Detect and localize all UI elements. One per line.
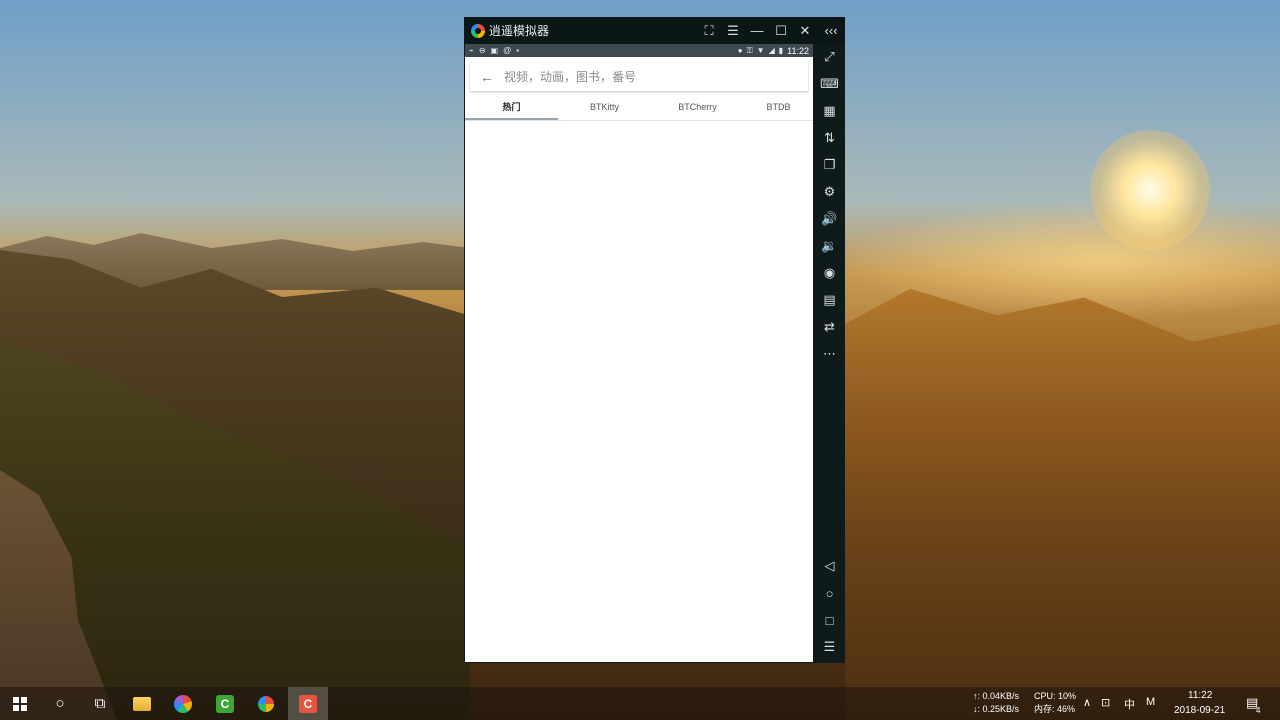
notification-icon: ▣ bbox=[490, 46, 499, 55]
recent-nav-icon[interactable]: □ bbox=[814, 610, 845, 630]
file-explorer-icon[interactable] bbox=[122, 687, 162, 720]
clock-time[interactable]: 11:22 bbox=[1188, 689, 1212, 702]
start-button[interactable] bbox=[0, 687, 40, 720]
location-icon[interactable]: ◉ bbox=[814, 263, 845, 283]
tab-btcherry[interactable]: BTCherry bbox=[651, 93, 744, 120]
volume-down-icon[interactable]: 🔉 bbox=[814, 236, 845, 256]
vpn-key-icon: ⚿ bbox=[746, 45, 753, 55]
red-c-app-icon[interactable]: C bbox=[288, 687, 328, 720]
nox-player-icon[interactable] bbox=[246, 687, 286, 720]
usb-icon: ⌁ bbox=[469, 46, 474, 55]
menu-icon[interactable]: ☰ bbox=[721, 17, 745, 44]
emulator-titlebar[interactable]: 逍遥模拟器 ⛶ ☰ — ☐ ✕ ‹‹‹ bbox=[464, 17, 845, 44]
notification-count-badge: 4 bbox=[1256, 706, 1261, 715]
home-nav-icon[interactable]: ○ bbox=[814, 583, 845, 603]
at-icon: @ bbox=[503, 46, 512, 55]
network-tray-icon[interactable]: ⊡ bbox=[1101, 696, 1110, 709]
keyboard-icon[interactable]: ⌨ bbox=[814, 74, 845, 94]
wallpaper-right-hills bbox=[845, 288, 1280, 720]
emulator-side-toolbar: ⤢ ⌨ ▦ ⇅ ❐ ⚙ 🔊 🔉 ◉ ▤ ⇄ ⋯ ◁ ○ □ ☰ bbox=[814, 44, 845, 663]
nox-logo-icon bbox=[471, 23, 485, 38]
back-nav-icon[interactable]: ◁ bbox=[814, 556, 845, 576]
net-upload-speed: ↑: 0.04KB/s bbox=[973, 691, 1020, 701]
windows-taskbar: ○ ⧉ C C ↑: 0.04KB/s ↓: 0.25KB/s CPU: 10%… bbox=[0, 687, 1280, 720]
folder-icon[interactable]: ▤ bbox=[814, 290, 845, 310]
green-c-app-icon[interactable]: C bbox=[205, 687, 245, 720]
collapse-sidebar-button[interactable]: ‹‹‹ bbox=[819, 17, 843, 44]
ime-language[interactable]: 中 bbox=[1124, 696, 1135, 712]
sync-icon[interactable]: ⇄ bbox=[814, 317, 845, 337]
cpu-usage: CPU: 10% bbox=[1034, 691, 1077, 701]
more-icon[interactable]: ⋯ bbox=[814, 344, 845, 364]
android-screen: ⌁ ⊖ ▣ @ ▪ ● ⚿ ▼ ◢ ▮ 11:22 ← 热门 BTKitty B… bbox=[465, 44, 813, 662]
search-input[interactable] bbox=[504, 70, 794, 84]
windows-logo-icon bbox=[13, 696, 27, 711]
color-app-icon[interactable] bbox=[163, 687, 203, 720]
wifi-icon: ▼ bbox=[756, 46, 765, 55]
location-status-icon: ● bbox=[737, 46, 743, 55]
minimize-button[interactable]: — bbox=[745, 17, 769, 44]
maximize-button[interactable]: ☐ bbox=[769, 17, 793, 44]
tab-btdb[interactable]: BTDB bbox=[744, 93, 813, 120]
list-menu-icon[interactable]: ☰ bbox=[814, 637, 845, 657]
multi-window-icon[interactable]: ❐ bbox=[814, 155, 845, 175]
expand-icon[interactable]: ⤢ bbox=[814, 47, 845, 67]
shake-icon[interactable]: ⇅ bbox=[814, 128, 845, 148]
search-circle-icon[interactable]: ○ bbox=[40, 687, 80, 720]
signal-icon: ◢ bbox=[768, 46, 775, 55]
content-area bbox=[465, 121, 813, 641]
memory-usage: 内存: 46% bbox=[1034, 704, 1076, 714]
volume-up-icon[interactable]: 🔊 bbox=[814, 209, 845, 229]
back-arrow-icon[interactable]: ← bbox=[470, 69, 504, 85]
screenshot-icon[interactable]: ▦ bbox=[814, 101, 845, 121]
fullscreen-toggle-icon[interactable]: ⛶ bbox=[697, 17, 721, 44]
close-button[interactable]: ✕ bbox=[793, 17, 817, 44]
task-view-icon[interactable]: ⧉ bbox=[80, 687, 120, 720]
ime-mode[interactable]: M bbox=[1146, 696, 1155, 708]
tab-hot[interactable]: 热门 bbox=[465, 93, 558, 120]
battery-icon: ▮ bbox=[778, 46, 784, 55]
clock-date[interactable]: 2018-09-21 bbox=[1174, 704, 1225, 717]
block-icon: ⊖ bbox=[478, 46, 486, 55]
search-bar[interactable]: ← bbox=[470, 63, 808, 91]
app-notification-icon: ▪ bbox=[516, 46, 520, 55]
net-download-speed: ↓: 0.25KB/s bbox=[973, 704, 1020, 714]
tray-chevron-icon[interactable]: ∧ bbox=[1083, 696, 1091, 709]
settings-icon[interactable]: ⚙ bbox=[814, 182, 845, 202]
emulator-title: 逍遥模拟器 bbox=[489, 24, 550, 38]
emulator-window: 逍遥模拟器 ⛶ ☰ — ☐ ✕ ‹‹‹ ⌁ ⊖ ▣ @ ▪ ● ⚿ ▼ ◢ ▮ bbox=[464, 17, 845, 663]
status-time: 11:22 bbox=[787, 45, 809, 56]
tab-bar: 热门 BTKitty BTCherry BTDB bbox=[465, 93, 813, 121]
android-status-bar: ⌁ ⊖ ▣ @ ▪ ● ⚿ ▼ ◢ ▮ 11:22 bbox=[465, 44, 813, 57]
tab-btkitty[interactable]: BTKitty bbox=[558, 93, 651, 120]
